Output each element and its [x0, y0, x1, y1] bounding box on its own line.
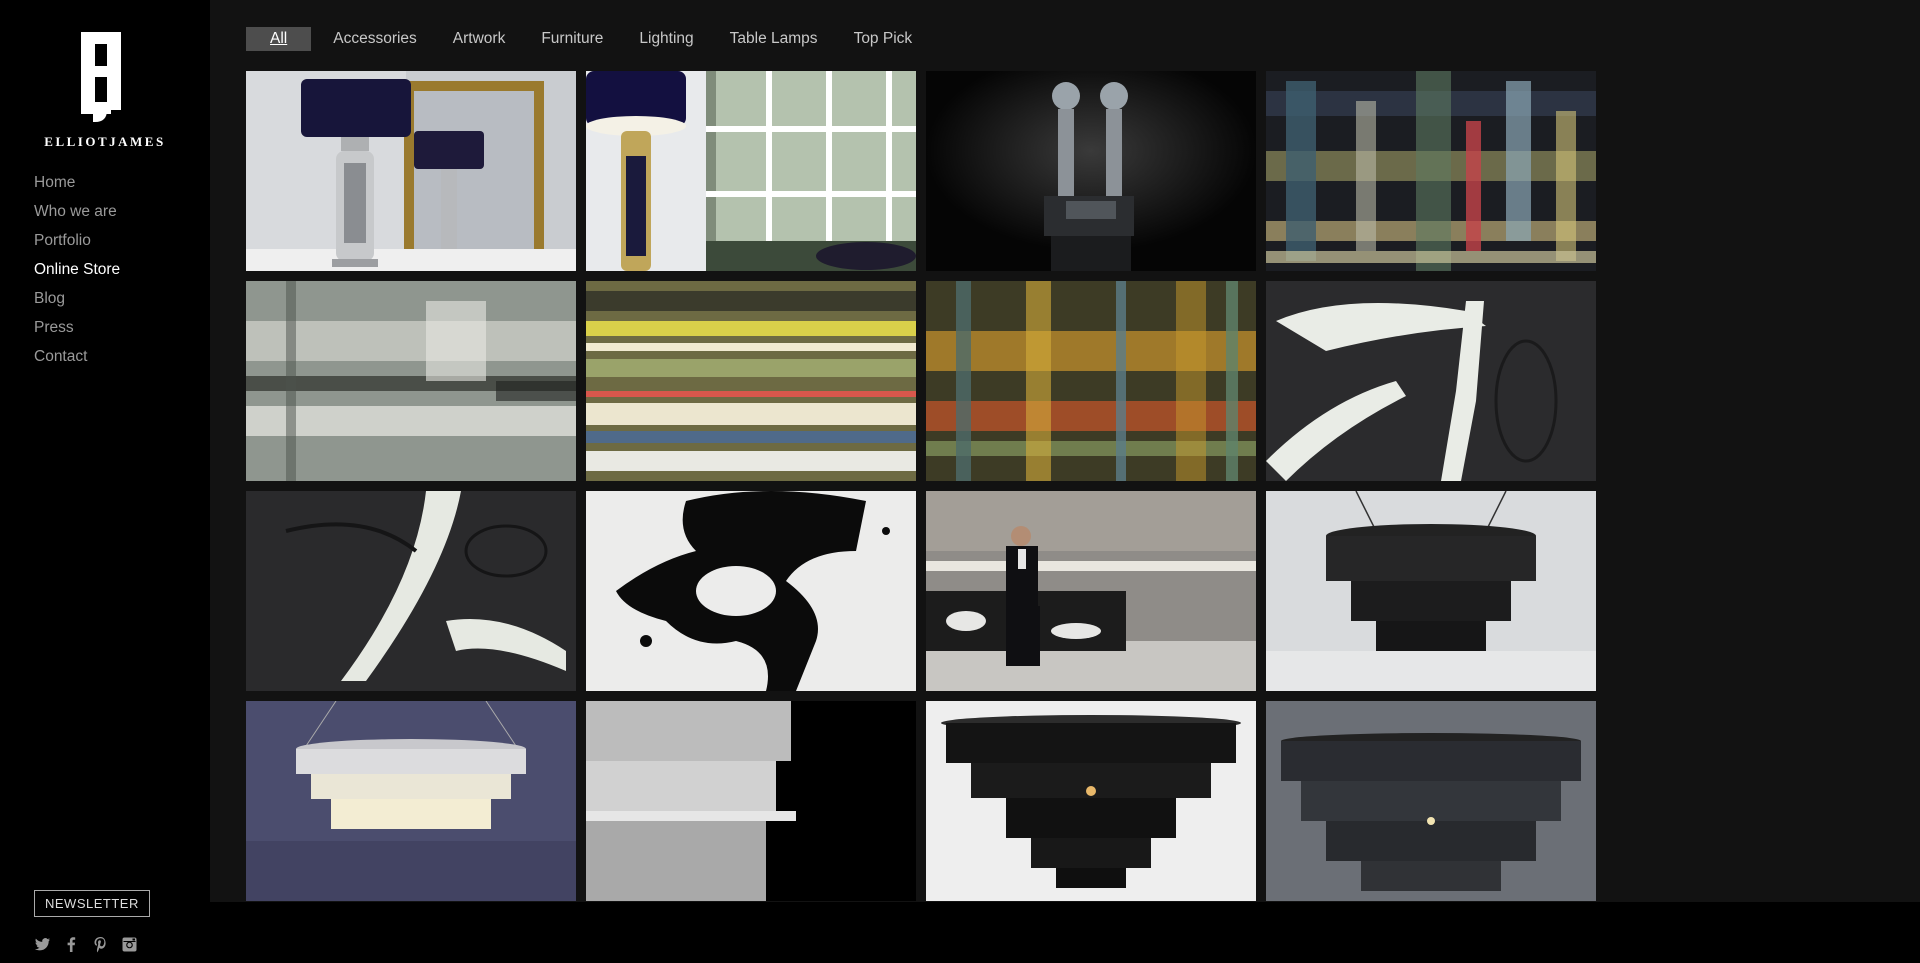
nav-item-portfolio[interactable]: Portfolio	[34, 228, 120, 257]
product-tile-abstract-blur-artwork[interactable]	[1266, 71, 1596, 271]
twin-lamp-sculpture-image	[926, 71, 1256, 271]
black-splash-artwork-image	[586, 491, 916, 691]
product-tile-table-lamp-window[interactable]	[586, 71, 916, 271]
sidebar: ELLIOTJAMES Home Who we are Portfolio On…	[0, 0, 210, 963]
facebook-icon[interactable]	[63, 936, 80, 953]
dark-fringe-chandelier-image	[1266, 491, 1596, 691]
product-grid	[246, 71, 1596, 901]
nav-item-who-we-are[interactable]: Who we are	[34, 199, 120, 228]
man-on-cowhide-bench-image	[926, 491, 1256, 691]
table-lamp-window-image	[586, 71, 916, 271]
white-brush-artwork-image	[1266, 281, 1596, 481]
silver-fringe-chandelier-image	[246, 701, 576, 901]
table-lamp-mirror-image	[246, 71, 576, 271]
newsletter-button[interactable]: NEWSLETTER	[34, 890, 150, 917]
filter-table-lamps[interactable]: Table Lamps	[712, 27, 836, 51]
product-tile-black-crystal-chandelier[interactable]	[926, 701, 1256, 901]
instagram-icon[interactable]	[121, 936, 138, 953]
footer-band	[210, 902, 1920, 963]
product-tile-grey-streak-artwork[interactable]	[246, 281, 576, 481]
product-tile-dark-brush-artwork[interactable]	[246, 491, 576, 691]
main-nav: Home Who we are Portfolio Online Store B…	[34, 170, 120, 373]
nav-item-press[interactable]: Press	[34, 315, 120, 344]
product-tile-silver-chain-chandelier[interactable]	[586, 701, 916, 901]
product-tile-dark-fringe-chandelier[interactable]	[1266, 491, 1596, 691]
abstract-blur-artwork-image	[1266, 71, 1596, 271]
nav-item-contact[interactable]: Contact	[34, 344, 120, 373]
product-tile-twin-lamp-sculpture[interactable]	[926, 71, 1256, 271]
nav-item-home[interactable]: Home	[34, 170, 120, 199]
twitter-icon[interactable]	[34, 936, 51, 953]
pinterest-icon[interactable]	[92, 936, 109, 953]
product-tile-yellow-stripe-artwork[interactable]	[586, 281, 916, 481]
yellow-stripe-artwork-image	[586, 281, 916, 481]
product-tile-black-splash-artwork[interactable]	[586, 491, 916, 691]
product-tile-white-brush-artwork[interactable]	[1266, 281, 1596, 481]
logo[interactable]: ELLIOTJAMES	[0, 28, 210, 150]
logo-text: ELLIOTJAMES	[44, 134, 166, 149]
smoke-crystal-chandelier-image	[1266, 701, 1596, 901]
filter-all[interactable]: All	[246, 27, 312, 51]
product-tile-table-lamp-mirror[interactable]	[246, 71, 576, 271]
logo-mark-icon	[81, 32, 121, 122]
filter-lighting[interactable]: Lighting	[621, 27, 711, 51]
filter-artwork[interactable]: Artwork	[435, 27, 524, 51]
filter-furniture[interactable]: Furniture	[523, 27, 621, 51]
product-tile-smoke-crystal-chandelier[interactable]	[1266, 701, 1596, 901]
main-content: All Accessories Artwork Furniture Lighti…	[210, 0, 1920, 902]
plaid-artwork-image	[926, 281, 1256, 481]
product-tile-plaid-artwork[interactable]	[926, 281, 1256, 481]
silver-chain-chandelier-image	[586, 701, 916, 901]
nav-item-online-store[interactable]: Online Store	[34, 257, 120, 286]
filter-accessories[interactable]: Accessories	[315, 27, 435, 51]
grey-streak-artwork-image	[246, 281, 576, 481]
product-tile-silver-fringe-chandelier[interactable]	[246, 701, 576, 901]
dark-brush-artwork-image	[246, 491, 576, 691]
nav-item-blog[interactable]: Blog	[34, 286, 120, 315]
category-filter: All Accessories Artwork Furniture Lighti…	[246, 27, 930, 51]
black-crystal-chandelier-image	[926, 701, 1256, 901]
social-links	[34, 936, 138, 953]
product-tile-man-on-cowhide-bench[interactable]	[926, 491, 1256, 691]
filter-top-pick[interactable]: Top Pick	[836, 27, 931, 51]
